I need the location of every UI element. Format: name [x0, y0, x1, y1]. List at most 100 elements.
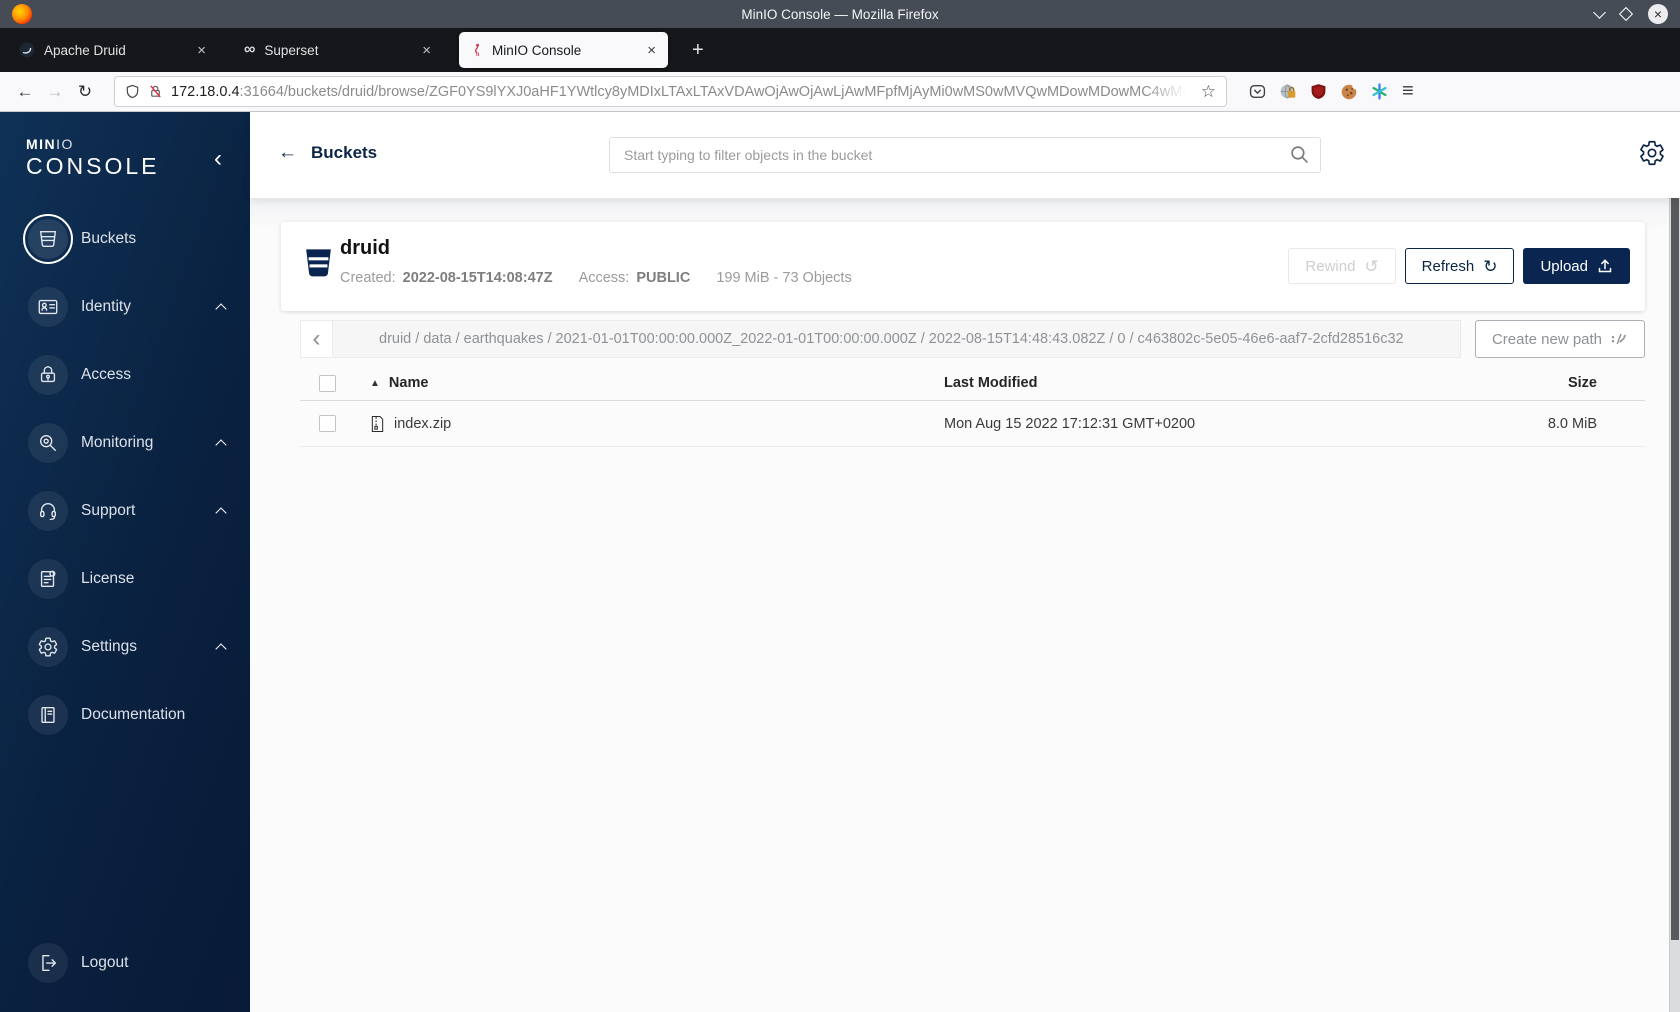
path-navigation-row: ‹ druid / data / earthquakes / 2021-01-0… — [300, 320, 1645, 358]
support-headset-icon — [28, 491, 68, 531]
tab-superset[interactable]: ∞ Superset × — [234, 32, 443, 68]
window-minimize-icon[interactable] — [1593, 5, 1606, 19]
bucket-meta: Created: 2022-08-15T14:08:47Z Access: PU… — [340, 270, 852, 286]
sidebar: MINIO CONSOLE ‹ Buckets Identity Access … — [0, 112, 250, 1012]
bucket-icon — [306, 249, 331, 277]
url-text[interactable]: 172.18.0.4:31664/buckets/druid/browse/ZG… — [171, 83, 1193, 100]
sidebar-item-support[interactable]: Support — [0, 477, 250, 545]
page-header: ← Buckets — [250, 112, 1680, 198]
logout-icon — [28, 943, 68, 983]
window-titlebar: MinIO Console — Mozilla Firefox × — [0, 0, 1680, 28]
close-icon: × — [1653, 6, 1663, 22]
sidebar-item-buckets[interactable]: Buckets — [0, 205, 250, 273]
sidebar-item-label: Documentation — [81, 706, 186, 723]
chevron-up-icon — [215, 303, 227, 315]
search-input[interactable] — [609, 137, 1321, 173]
row-checkbox[interactable] — [319, 415, 336, 432]
minio-console-logo: MINIO CONSOLE — [0, 112, 250, 180]
ublock-origin-icon[interactable] — [1310, 83, 1327, 100]
refresh-button-label: Refresh — [1421, 257, 1475, 275]
bucket-icon — [23, 214, 73, 264]
logo-min: MIN — [26, 136, 57, 152]
window-close-button[interactable]: × — [1648, 4, 1668, 24]
new-tab-button[interactable]: + — [684, 37, 712, 64]
tab-close-icon[interactable]: × — [420, 42, 433, 59]
tab-label: Superset — [264, 42, 319, 58]
sidebar-item-license[interactable]: License — [0, 545, 250, 613]
asterisk-extension-icon[interactable] — [1371, 83, 1388, 100]
tab-close-icon[interactable]: × — [645, 42, 658, 59]
size-column-header[interactable]: Size — [1404, 375, 1645, 391]
sidebar-item-settings[interactable]: Settings — [0, 613, 250, 681]
sidebar-item-label: Monitoring — [81, 434, 154, 451]
chevron-left-icon: ‹ — [312, 325, 321, 352]
sidebar-item-monitoring[interactable]: Monitoring — [0, 409, 250, 477]
pocket-icon[interactable] — [1249, 83, 1266, 100]
table-header-row: ▲ Name Last Modified Size — [300, 366, 1645, 401]
scrollbar-thumb[interactable] — [1671, 115, 1679, 940]
select-all-checkbox[interactable] — [319, 374, 336, 392]
console-settings-gear-icon[interactable] — [1638, 139, 1666, 167]
refresh-button[interactable]: Refresh ↻ — [1404, 248, 1515, 284]
path-back-button[interactable]: ‹ — [300, 320, 333, 358]
window-maximize-icon[interactable] — [1618, 6, 1634, 22]
tab-apache-druid[interactable]: Apache Druid × — [9, 32, 218, 68]
cookie-extension-icon[interactable] — [1340, 82, 1358, 101]
sidebar-item-label: Buckets — [81, 230, 137, 247]
reload-button[interactable]: ↻ — [70, 78, 100, 106]
nav-back-button[interactable]: ← — [10, 78, 40, 106]
rewind-button[interactable]: Rewind ↺ — [1288, 248, 1396, 284]
table-row[interactable]: index.zip Mon Aug 15 2022 17:12:31 GMT+0… — [300, 401, 1645, 447]
vertical-scrollbar[interactable] — [1669, 112, 1680, 1012]
insecure-lock-icon[interactable] — [148, 84, 163, 99]
last-modified-column-header[interactable]: Last Modified — [944, 375, 1404, 391]
chevron-up-icon — [215, 643, 227, 655]
rewind-button-label: Rewind — [1305, 257, 1356, 275]
object-name: index.zip — [394, 415, 452, 432]
sidebar-item-identity[interactable]: Identity — [0, 273, 250, 341]
refresh-icon: ↻ — [1483, 256, 1498, 276]
sidebar-item-logout[interactable]: Logout — [0, 929, 250, 997]
bucket-name: druid — [340, 237, 390, 259]
sidebar-item-label: Support — [81, 502, 136, 519]
hamburger-menu-icon[interactable]: ≡ — [1402, 80, 1414, 103]
tab-close-icon[interactable]: × — [195, 42, 208, 59]
chevron-up-icon — [215, 439, 227, 451]
objects-table: ▲ Name Last Modified Size index.zip Mon … — [300, 366, 1645, 447]
url-path: :31664/buckets/druid/browse/ZGF0YS9lYXJ0… — [239, 83, 1193, 100]
url-host: 172.18.0.4 — [171, 83, 240, 100]
firefox-logo-icon — [12, 4, 32, 24]
window-title: MinIO Console — Mozilla Firefox — [741, 6, 939, 22]
sidebar-item-access[interactable]: Access — [0, 341, 250, 409]
object-filter-search — [609, 137, 1321, 173]
bookmark-star-icon[interactable]: ☆ — [1201, 82, 1216, 102]
breadcrumb[interactable]: druid / data / earthquakes / 2021-01-01T… — [333, 320, 1461, 358]
upload-button[interactable]: Upload — [1523, 248, 1630, 284]
url-fade-overlay — [1144, 83, 1193, 100]
superset-favicon: ∞ — [244, 41, 256, 58]
create-new-path-button[interactable]: Create new path — [1475, 320, 1645, 358]
sidebar-item-documentation[interactable]: Documentation — [0, 681, 250, 749]
buckets-back-link[interactable]: ← Buckets — [278, 142, 377, 164]
tab-label: MinIO Console — [492, 42, 582, 58]
apache-druid-favicon — [19, 42, 35, 58]
url-bar[interactable]: 172.18.0.4:31664/buckets/druid/browse/ZG… — [114, 76, 1227, 107]
logo-io: IO — [56, 136, 74, 152]
access-value: PUBLIC — [636, 270, 691, 286]
sidebar-item-label: Logout — [81, 954, 129, 971]
sort-ascending-icon: ▲ — [370, 377, 380, 389]
back-link-label: Buckets — [311, 143, 378, 162]
bucket-summary-card: druid Created: 2022-08-15T14:08:47Z Acce… — [281, 222, 1645, 311]
sidebar-item-label: Access — [81, 366, 131, 383]
tab-minio-console[interactable]: MinIO Console × — [459, 32, 668, 68]
shield-icon[interactable] — [125, 84, 140, 99]
name-column-header[interactable]: ▲ Name — [370, 375, 944, 391]
extension-globe-lock-icon[interactable] — [1279, 83, 1297, 101]
bucket-usage-summary: 199 MiB - 73 Objects — [716, 270, 852, 286]
sidebar-collapse-icon[interactable]: ‹ — [214, 147, 222, 171]
object-size: 8.0 MiB — [1547, 415, 1597, 432]
bucket-browser: druid Created: 2022-08-15T14:08:47Z Acce… — [250, 198, 1680, 1012]
nav-forward-button[interactable]: → — [40, 78, 70, 106]
access-label: Access: — [578, 270, 630, 286]
license-document-icon — [28, 559, 68, 599]
